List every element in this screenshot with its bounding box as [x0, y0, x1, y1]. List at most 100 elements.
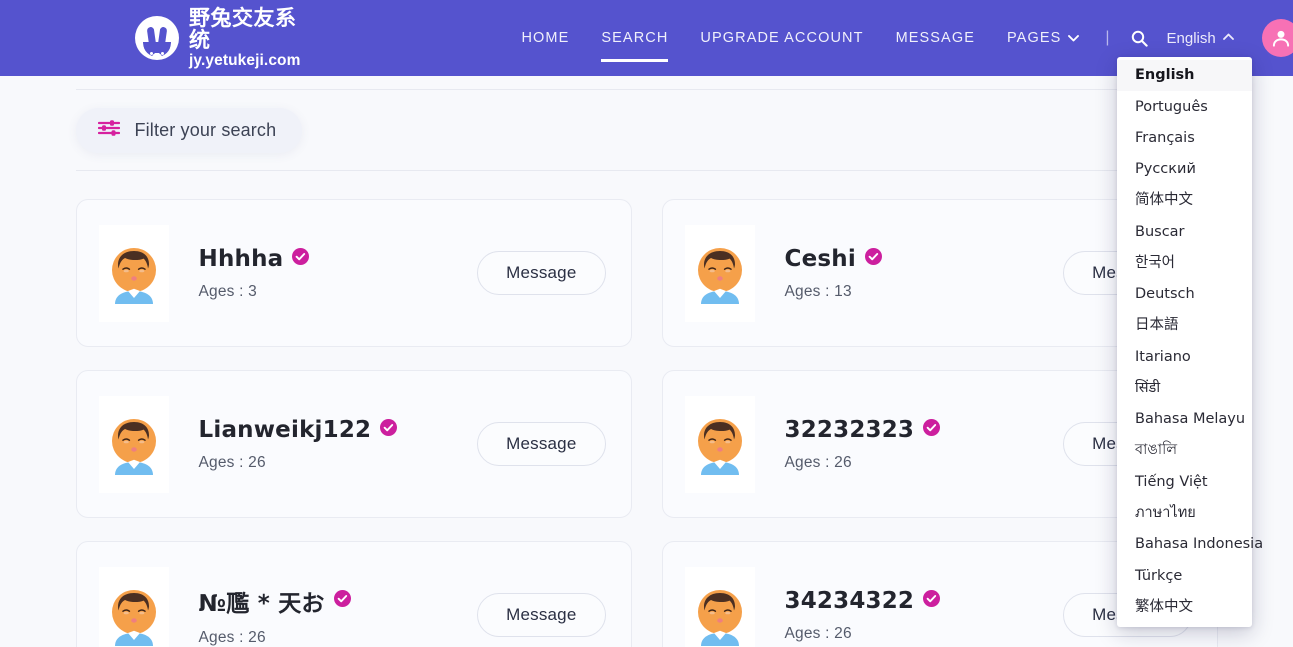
rabbit-logo-icon — [135, 15, 179, 60]
page-body: Filter your search Hhhha Ages: 3 Messag… — [0, 57, 1293, 647]
nav-item-pages-label: PAGES — [1006, 30, 1062, 46]
profile-info: №尶 * 天お Ages : 26 — [169, 584, 478, 647]
verified-badge-icon — [864, 247, 882, 270]
brand-logo-link[interactable]: 野兔交友系统 jy.yetukeji.com — [135, 7, 300, 69]
profile-age: Ages : 26 — [784, 453, 852, 471]
profile-age: Ages : 26 — [784, 624, 852, 642]
profile-info: 34234322 Ages : 26 — [755, 588, 1064, 643]
account-menu[interactable] — [1261, 19, 1293, 57]
language-option[interactable]: 繁体中文 — [1117, 592, 1252, 623]
brand-name: 野兔交友系统 — [189, 6, 297, 53]
profile-name-row: 34234322 — [785, 588, 1064, 614]
cartoon-face-icon — [697, 419, 742, 475]
nav-item-home-label: HOME — [521, 30, 570, 46]
language-option[interactable]: 日本語 — [1117, 310, 1252, 341]
profile-name: 34234322 — [784, 587, 915, 614]
filter-your-search-label: Filter your search — [134, 120, 277, 140]
language-option[interactable]: Português — [1117, 91, 1252, 122]
language-option[interactable]: Deutsch — [1117, 279, 1252, 310]
profile-photo — [98, 395, 169, 493]
profile-name-row: №尶 * 天お — [199, 584, 478, 618]
profile-age: Ages : 26 — [198, 628, 266, 646]
chevron-down-icon — [1068, 33, 1080, 45]
cartoon-face-icon — [111, 590, 156, 646]
language-option[interactable]: Türkçe — [1117, 560, 1252, 591]
nav-item-home[interactable]: HOME — [505, 0, 585, 76]
profile-photo — [98, 566, 169, 647]
language-selector[interactable]: English — [1159, 30, 1242, 47]
language-selector-label: English — [1166, 29, 1216, 47]
nav-item-message-label: MESSAGE — [895, 30, 975, 46]
filter-your-search-button[interactable]: Filter your search — [75, 108, 303, 153]
profile-info: 32232323 Ages : 26 — [755, 417, 1064, 472]
verified-badge-icon — [333, 589, 351, 612]
profile-card[interactable]: №尶 * 天お Ages : 26 Message — [75, 541, 632, 647]
language-option[interactable]: বাঙালি — [1117, 435, 1252, 466]
language-dropdown-menu[interactable]: English Português Français Русский 简体中文 Busca… — [1117, 57, 1263, 627]
language-option[interactable]: Русский — [1117, 154, 1252, 185]
brand-text: 野兔交友系统 jy.yetukeji.com — [189, 7, 300, 69]
language-option[interactable]: 한국어 — [1117, 248, 1252, 279]
profile-name: Lianweikj122 — [198, 416, 372, 443]
language-option[interactable]: Bahasa Melayu — [1117, 404, 1252, 435]
cartoon-face-icon — [697, 590, 742, 646]
user-avatar-icon — [1261, 19, 1293, 57]
language-option[interactable]: Tiếng Việt — [1117, 466, 1252, 497]
profile-photo — [684, 395, 755, 493]
profile-card[interactable]: Lianweikj122 Ages : 26 Message — [75, 370, 632, 518]
cartoon-face-icon — [111, 248, 156, 304]
rabbit-eye-right-icon — [161, 51, 164, 55]
language-option[interactable]: ภาษาไทย — [1117, 498, 1252, 529]
language-option[interactable]: Bahasa Indonesia — [1117, 529, 1263, 560]
language-option[interactable]: Itariano — [1117, 341, 1252, 372]
language-option[interactable]: 简体中文 — [1117, 185, 1252, 216]
profile-name: Ceshi — [784, 245, 856, 272]
verified-badge-icon — [923, 589, 941, 612]
profile-name-row: Hhhha — [199, 246, 478, 272]
nav-item-search[interactable]: SEARCH — [585, 0, 684, 76]
profile-name-row: 32232323 — [785, 417, 1064, 443]
profile-name: 32232323 — [784, 416, 915, 443]
profile-photo — [684, 224, 755, 322]
content-container: Filter your search Hhhha Ages: 3 Messag… — [75, 76, 1218, 647]
cartoon-face-icon — [697, 248, 742, 304]
profile-name-row: Lianweikj122 — [199, 417, 478, 443]
message-button[interactable]: Message — [477, 593, 606, 637]
brand-url: jy.yetukeji.com — [189, 51, 301, 69]
rabbit-head-icon — [143, 41, 171, 57]
profile-age: Ages : 3 — [198, 282, 257, 300]
nav-item-upgrade-account[interactable]: UPGRADE ACCOUNT — [684, 0, 879, 76]
nav-divider: | — [1105, 29, 1110, 46]
nav-item-upgrade-account-label: UPGRADE ACCOUNT — [700, 30, 864, 46]
profile-name-row: Ceshi — [785, 246, 1064, 272]
profile-info: Ceshi Ages : 13 — [755, 246, 1064, 301]
sliders-icon — [97, 119, 120, 142]
filter-bar: Filter your search — [75, 89, 1218, 171]
profile-age: Ages : 13 — [784, 282, 852, 300]
verified-badge-icon — [292, 247, 310, 270]
profile-info: Lianweikj122 Ages : 26 — [169, 417, 478, 472]
profile-card[interactable]: Hhhha Ages : 3 Message — [75, 199, 632, 347]
nav-item-pages[interactable]: PAGES — [991, 0, 1095, 76]
verified-badge-icon — [923, 418, 941, 441]
profile-photo — [98, 224, 169, 322]
profile-name: Hhhha — [198, 245, 284, 272]
verified-badge-icon — [380, 418, 398, 441]
nav-item-search-label: SEARCH — [601, 30, 669, 46]
language-option[interactable]: Français — [1117, 123, 1252, 154]
site-header: 野兔交友系统 jy.yetukeji.com HOME SEARCH UPGRA… — [0, 0, 1293, 76]
chevron-up-icon — [1222, 31, 1234, 43]
language-option[interactable]: सिंडी — [1117, 373, 1252, 404]
search-icon[interactable] — [1120, 30, 1159, 47]
nav-item-message[interactable]: MESSAGE — [880, 0, 991, 76]
rabbit-eye-left-icon — [150, 51, 153, 55]
cartoon-face-icon — [111, 419, 156, 475]
message-button[interactable]: Message — [477, 422, 606, 466]
language-option[interactable]: Buscar — [1117, 216, 1252, 247]
profile-age: Ages : 26 — [198, 453, 266, 471]
message-button[interactable]: Message — [477, 251, 606, 295]
profile-name: №尶 * 天お — [198, 590, 325, 617]
profile-results-grid: Hhhha Ages : 3 Message Ceshi Ages: 13 L… — [75, 171, 1218, 647]
profile-info: Hhhha Ages : 3 — [169, 246, 478, 301]
language-option[interactable]: English — [1117, 60, 1252, 92]
